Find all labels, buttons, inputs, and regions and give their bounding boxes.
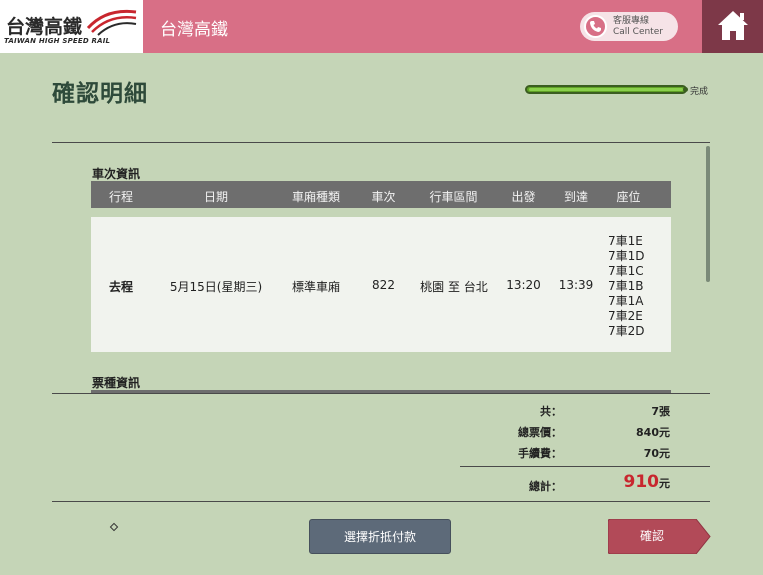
home-button[interactable] — [702, 0, 763, 53]
logo-swoosh-icon — [86, 9, 137, 36]
col-train-no: 車次 — [371, 190, 396, 204]
seat-item: 7車1A — [608, 294, 644, 308]
cell-date: 5月15日(星期三) — [169, 280, 263, 294]
page-title: 確認明細 — [52, 81, 148, 107]
phone-icon — [584, 15, 607, 38]
logo-subtext: TAIWAN HIGH SPEED RAIL — [4, 37, 111, 45]
count-value: 7張 — [651, 405, 670, 418]
total-unit: 元 — [659, 477, 670, 490]
train-info-label: 車次資訊 — [92, 167, 141, 181]
fee-value: 70元 — [643, 447, 670, 460]
confirm-button-label: 確認 — [639, 529, 664, 543]
progress-bar — [525, 85, 687, 94]
table-row: 去程 5月15日(星期三) 標準車廂 822 桃園 至 台北 13:20 13:… — [91, 217, 671, 352]
brand-logo[interactable]: 台灣高鐵 TAIWAN HIGH SPEED RAIL — [0, 0, 143, 53]
fare-label: 總票價： — [518, 426, 562, 439]
divider — [52, 393, 710, 394]
count-label: 共： — [540, 405, 562, 418]
progress-end-dot — [683, 87, 688, 92]
progress-fill — [529, 88, 683, 91]
home-icon — [718, 11, 748, 40]
seat-list: 7車1E 7車1D 7車1C 7車1B 7車1A 7車2E 7車2D — [608, 234, 645, 339]
divider — [52, 142, 710, 143]
col-route: 行車區間 — [429, 190, 478, 204]
totals-divider — [460, 466, 710, 467]
progress-label: 完成 — [690, 87, 709, 97]
confirm-button[interactable]: 確認 — [608, 519, 711, 554]
call-center-label-zh: 客服專線 — [613, 16, 650, 26]
col-seat: 座位 — [616, 190, 641, 204]
table-header: 行程 日期 車廂種類 車次 行車區間 出發 到達 座位 — [91, 181, 671, 208]
seat-item: 7車1E — [608, 234, 643, 248]
seat-item: 7車1B — [608, 279, 644, 293]
cell-depart: 13:20 — [506, 278, 541, 292]
ticket-info-label: 票種資訊 — [92, 376, 141, 390]
total-amount: 910 — [623, 472, 660, 492]
call-center-button[interactable]: 客服專線 Call Center — [580, 12, 678, 41]
cell-train-no: 822 — [372, 278, 395, 292]
seat-item: 7車1D — [608, 249, 645, 263]
seat-item: 7車2E — [608, 309, 643, 323]
col-depart: 出發 — [511, 190, 536, 204]
seat-item: 7車2D — [608, 324, 645, 338]
cell-route: 桃園 至 台北 — [420, 280, 488, 294]
app-title: 台灣高鐵 — [160, 20, 228, 40]
cell-arrive: 13:39 — [558, 278, 594, 292]
scrollbar[interactable] — [706, 146, 710, 282]
divider — [52, 501, 710, 502]
call-center-label-en: Call Center — [613, 27, 663, 37]
col-car-type: 車廂種類 — [291, 190, 340, 204]
total-value: 910元 — [590, 472, 671, 492]
seat-item: 7車1C — [608, 264, 644, 278]
col-arrive: 到達 — [563, 190, 588, 204]
cell-trip: 去程 — [108, 280, 133, 294]
select-discount-payment-button[interactable]: 選擇折抵付款 — [309, 519, 451, 554]
top-header: 台灣高鐵 TAIWAN HIGH SPEED RAIL 台灣高鐵 客服專線 Ca… — [0, 0, 763, 53]
fare-value: 840元 — [636, 426, 670, 439]
cell-car-type: 標準車廂 — [291, 280, 340, 294]
total-label: 總計： — [529, 480, 562, 493]
logo-text: 台灣高鐵 — [6, 16, 83, 38]
col-date: 日期 — [203, 190, 228, 204]
col-trip: 行程 — [108, 190, 133, 204]
fee-label: 手續費： — [518, 447, 562, 460]
diamond-marker-icon — [109, 522, 119, 532]
